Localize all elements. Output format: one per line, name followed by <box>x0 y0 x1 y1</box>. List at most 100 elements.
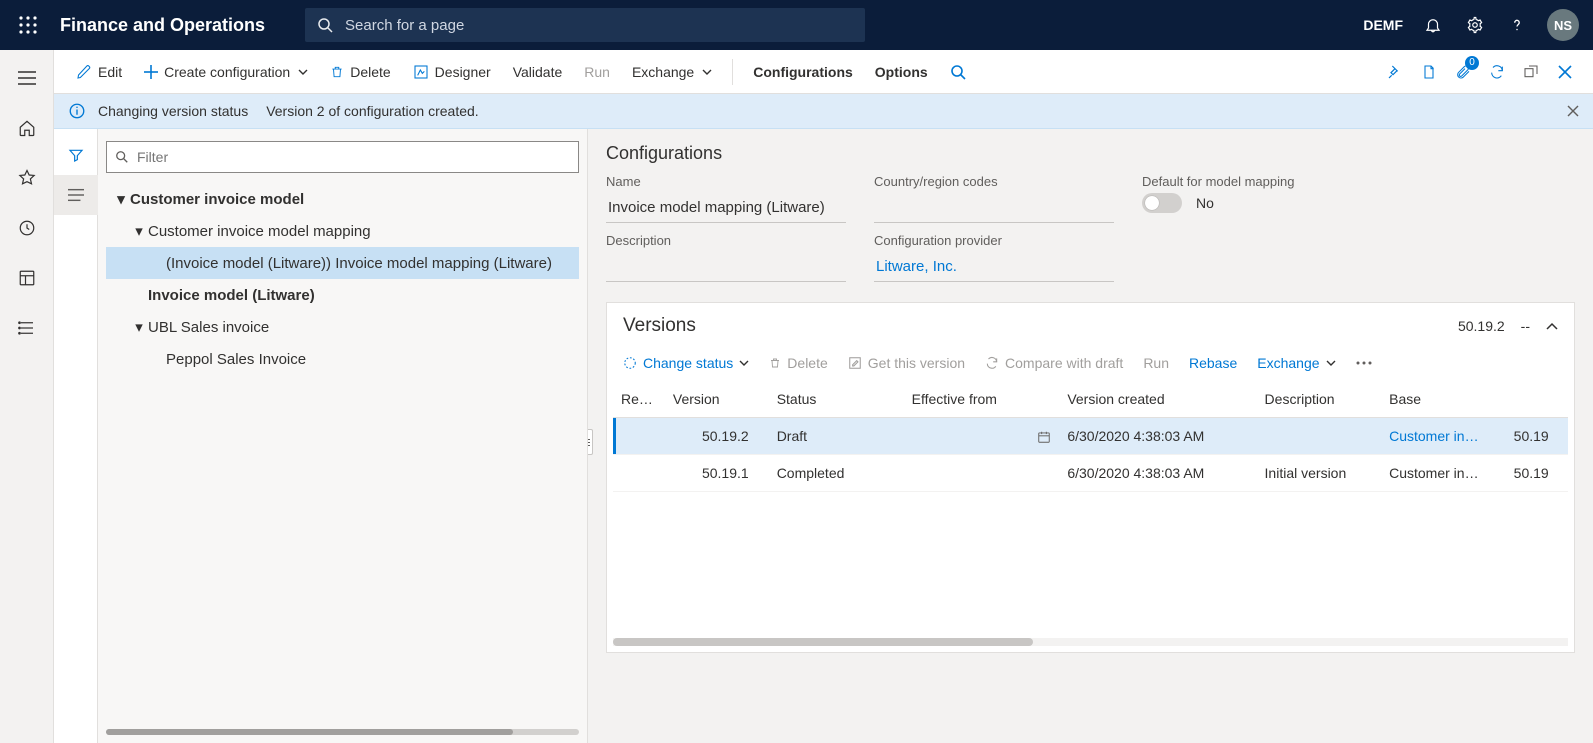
tree-filter[interactable] <box>106 141 579 173</box>
global-search[interactable]: Search for a page <box>305 8 865 42</box>
options-label: Options <box>875 64 928 80</box>
action-pane: Edit Create configuration Delete Designe… <box>54 50 1593 94</box>
versions-delete-label: Delete <box>787 355 827 371</box>
field-label: Description <box>606 233 846 248</box>
search-icon <box>317 17 333 33</box>
field-default-mapping: Default for model mapping No <box>1142 174 1382 223</box>
provider-link[interactable]: Litware, Inc. <box>874 252 1114 282</box>
col-base[interactable]: Base <box>1381 381 1506 418</box>
page-search-button[interactable] <box>940 58 976 86</box>
message-close-icon[interactable] <box>1567 105 1579 117</box>
info-icon <box>68 102 86 120</box>
notifications-icon[interactable] <box>1421 13 1445 37</box>
tree-node-invoice-model[interactable]: Invoice model (Litware) <box>106 279 579 311</box>
expanded-icon: ▾ <box>112 190 130 208</box>
table-row[interactable]: 50.19.1Completed6/30/2020 4:38:03 AMInit… <box>613 455 1568 492</box>
tree-node-ubl[interactable]: ▾UBL Sales invoice <box>106 311 579 343</box>
message-title: Changing version status <box>98 103 248 119</box>
col-created[interactable]: Version created <box>1059 381 1256 418</box>
legal-entity[interactable]: DEMF <box>1363 17 1403 33</box>
tree-label: UBL Sales invoice <box>148 319 269 336</box>
versions-exchange-button[interactable]: Exchange <box>1257 355 1335 371</box>
edit-button[interactable]: Edit <box>66 58 132 86</box>
tree-filter-input[interactable] <box>135 148 570 166</box>
message-bar: Changing version status Version 2 of con… <box>54 94 1593 129</box>
exchange-button[interactable]: Exchange <box>622 58 722 86</box>
field-country-codes: Country/region codes <box>874 174 1114 223</box>
splitter-handle[interactable] <box>588 429 593 455</box>
tree-node-selected[interactable]: (Invoice model (Litware)) Invoice model … <box>106 247 579 279</box>
rebase-label: Rebase <box>1189 355 1237 371</box>
help-icon[interactable] <box>1505 13 1529 37</box>
field-name: Name Invoice model mapping (Litware) <box>606 174 846 223</box>
tree-scrollbar[interactable] <box>106 729 579 735</box>
more-icon[interactable] <box>1356 361 1372 365</box>
field-label: Default for model mapping <box>1142 174 1382 189</box>
tree-node-root[interactable]: ▾Customer invoice model <box>106 183 579 215</box>
field-value[interactable]: Invoice model mapping (Litware) <box>606 193 846 223</box>
validate-button[interactable]: Validate <box>503 58 573 86</box>
run-label: Run <box>584 64 610 80</box>
open-office-icon[interactable] <box>1419 62 1439 82</box>
calendar-icon[interactable] <box>1037 430 1051 444</box>
designer-button[interactable]: Designer <box>403 58 501 86</box>
col-effective[interactable]: Effective from <box>904 381 1060 418</box>
refresh-icon[interactable] <box>1487 62 1507 82</box>
filter-mode-icon[interactable] <box>54 135 98 175</box>
compare-label: Compare with draft <box>1005 355 1123 371</box>
global-header: Finance and Operations Search for a page… <box>0 0 1593 50</box>
settings-icon[interactable] <box>1463 13 1487 37</box>
app-launcher-icon[interactable] <box>8 16 48 34</box>
versions-run-label: Run <box>1143 355 1169 371</box>
refresh-icon <box>985 356 999 370</box>
grid-scrollbar[interactable] <box>613 638 1568 646</box>
col-base-extra[interactable] <box>1506 381 1568 418</box>
create-config-button[interactable]: Create configuration <box>134 58 318 86</box>
close-icon[interactable] <box>1555 62 1575 82</box>
change-status-button[interactable]: Change status <box>623 355 749 371</box>
designer-icon <box>413 64 429 80</box>
nav-workspaces-icon[interactable] <box>7 258 47 298</box>
col-re[interactable]: Re… <box>613 381 665 418</box>
rebase-button[interactable]: Rebase <box>1189 355 1237 371</box>
toggle-state-label: No <box>1196 195 1214 211</box>
col-desc[interactable]: Description <box>1257 381 1382 418</box>
separator <box>732 59 733 85</box>
field-label: Name <box>606 174 846 189</box>
tree-node-peppol[interactable]: Peppol Sales Invoice <box>106 343 579 375</box>
options-tab[interactable]: Options <box>865 58 938 86</box>
list-mode-icon[interactable] <box>54 175 98 215</box>
popout-icon[interactable] <box>1521 62 1541 82</box>
field-value[interactable] <box>606 252 846 282</box>
delete-button[interactable]: Delete <box>320 58 400 86</box>
expanded-icon: ▾ <box>130 222 148 240</box>
delete-label: Delete <box>350 64 390 80</box>
nav-rail <box>0 50 54 743</box>
get-version-button: Get this version <box>848 355 965 371</box>
nav-recent-icon[interactable] <box>7 208 47 248</box>
col-version[interactable]: Version <box>665 381 769 418</box>
edit-rect-icon <box>848 356 862 370</box>
field-description: Description <box>606 233 846 282</box>
attachments-icon[interactable]: 0 <box>1453 62 1473 82</box>
designer-label: Designer <box>435 64 491 80</box>
tree-label: Customer invoice model mapping <box>148 223 371 240</box>
attachments-badge: 0 <box>1465 56 1479 70</box>
tree-node-mapping[interactable]: ▾Customer invoice model mapping <box>106 215 579 247</box>
chevron-up-icon[interactable] <box>1546 322 1558 330</box>
create-config-label: Create configuration <box>164 64 290 80</box>
table-row[interactable]: 50.19.2Draft6/30/2020 4:38:03 AMCustomer… <box>613 418 1568 455</box>
nav-modules-icon[interactable] <box>7 308 47 348</box>
user-avatar[interactable]: NS <box>1547 9 1579 41</box>
field-label: Configuration provider <box>874 233 1114 248</box>
get-version-label: Get this version <box>868 355 965 371</box>
change-status-label: Change status <box>643 355 733 371</box>
configurations-tab[interactable]: Configurations <box>743 58 863 86</box>
nav-home-icon[interactable] <box>7 108 47 148</box>
nav-favorites-icon[interactable] <box>7 158 47 198</box>
field-value[interactable] <box>874 193 1114 223</box>
col-status[interactable]: Status <box>769 381 904 418</box>
toggle-off[interactable] <box>1142 193 1182 213</box>
nav-hamburger-icon[interactable] <box>7 58 47 98</box>
pin-icon[interactable] <box>1385 62 1405 82</box>
